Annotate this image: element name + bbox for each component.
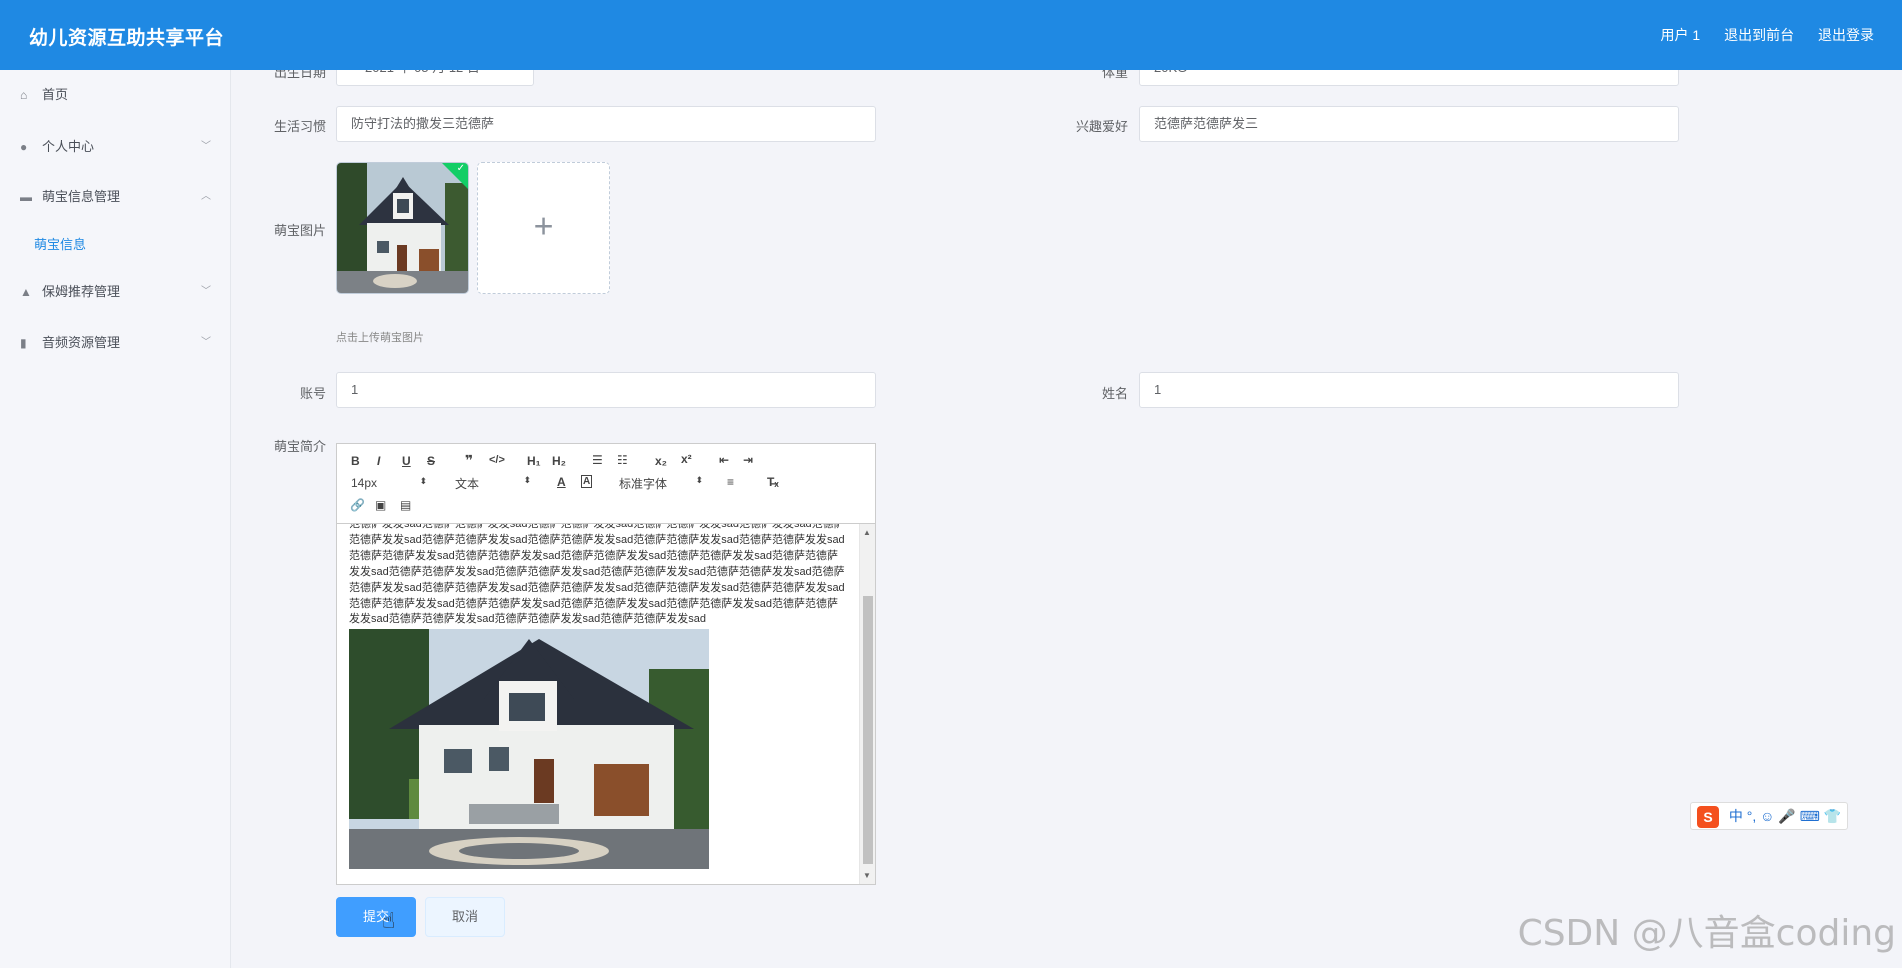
editor-inline-image [349, 629, 709, 870]
habits-label: 生活习惯 [273, 119, 326, 134]
background-color-icon[interactable]: A [581, 475, 593, 488]
select-arrow-icon: ⬍ [695, 475, 703, 485]
sidebar-item-label: 萌宝信息管理 [42, 189, 121, 204]
font-family-value: 标准字体 [619, 477, 668, 491]
sidebar-item-label: 保姆推荐管理 [42, 284, 121, 299]
editor-toolbar: B I U S ❞ </> H₁ H₂ ☰ ☷ x₂ x² ⇤ ⇥ 14px ⬍… [337, 444, 875, 524]
font-size-value: 14px [351, 476, 378, 490]
sogou-logo-icon: S [1697, 806, 1719, 829]
font-size-select[interactable]: 14px ⬍ [351, 476, 427, 490]
ime-toolbar[interactable]: S 中 °, ☺ 🎤 ⌨ 👕 [1690, 802, 1849, 830]
heading2-icon[interactable]: H₂ [552, 454, 566, 468]
chevron-down-icon: ﹀ [201, 337, 211, 348]
font-family-select[interactable]: 标准字体 ⬍ [619, 475, 703, 492]
account-value: 1 [351, 382, 359, 397]
hand-cursor-icon: ☝ [382, 908, 396, 933]
name-label: 姓名 [1101, 386, 1128, 401]
clear-format-icon[interactable]: T̶ₓ [767, 475, 779, 489]
image-icon[interactable]: ▣ [375, 498, 386, 512]
sidebar-item-home[interactable]: ⌂ 首页 [0, 77, 231, 113]
account-input[interactable]: 1 [336, 372, 876, 408]
hobby-value: 范德萨范德萨发三 [1154, 116, 1259, 131]
font-color-icon[interactable]: A [557, 475, 566, 489]
intro-label: 萌宝简介 [273, 439, 326, 454]
scrollbar-thumb[interactable] [863, 596, 873, 864]
upload-tip: 点击上传萌宝图片 [336, 332, 424, 344]
account-label: 账号 [299, 386, 326, 401]
rich-text-editor[interactable]: B I U S ❞ </> H₁ H₂ ☰ ☷ x₂ x² ⇤ ⇥ 14px ⬍… [336, 443, 876, 885]
underline-icon[interactable]: U [402, 454, 411, 468]
hobby-label: 兴趣爱好 [1075, 119, 1128, 134]
sidebar-item-label: 首页 [42, 87, 69, 102]
header-cover [0, 0, 1902, 70]
link-icon[interactable]: 🔗 [350, 498, 365, 512]
user-icon: ● [20, 140, 28, 154]
header-links-overlay: 用户 1 退出到前台 退出登录 [1641, 25, 1874, 45]
align-icon[interactable]: ≡ [727, 475, 734, 489]
outdent-icon[interactable]: ⇤ [719, 453, 729, 467]
select-arrow-icon: ⬍ [523, 475, 531, 485]
chevron-down-icon: ﹀ [201, 286, 211, 297]
superscript-icon[interactable]: x² [681, 452, 692, 466]
bold-icon[interactable]: B [351, 454, 360, 468]
paragraph-value: 文本 [455, 477, 480, 491]
scroll-up-icon[interactable]: ▲ [863, 528, 871, 537]
home-icon: ⌂ [20, 88, 28, 102]
ordered-list-icon[interactable]: ☰ [592, 453, 603, 467]
blockquote-icon[interactable]: ❞ [465, 452, 473, 469]
mic-icon: ▮ [20, 336, 27, 350]
editor-content[interactable]: 范德萨发发sad范德萨范德萨发发sad范德萨范德萨发发sad范德萨范德萨发发sa… [337, 524, 859, 884]
watermark: CSDN @八音盒coding [1517, 913, 1896, 954]
user-link[interactable]: 用户 1 [1661, 27, 1701, 43]
chat-icon: ▬ [20, 190, 32, 204]
code-block-icon[interactable]: </> [489, 454, 505, 466]
name-value: 1 [1154, 382, 1162, 397]
back-to-front-link[interactable]: 退出到前台 [1724, 27, 1794, 43]
plus-icon: + [533, 207, 554, 246]
sidebar: ⌂ 首页 ● 个人中心 ﹀ ▬ 萌宝信息管理 ︿ 萌宝信息 ▲ 保姆推荐管理 ﹀… [0, 70, 231, 968]
editor-scrollbar[interactable]: ▲ ▼ [859, 524, 875, 884]
sidebar-item-baby-info-mgmt[interactable]: ▬ 萌宝信息管理 ︿ [0, 179, 231, 215]
italic-icon[interactable]: I [377, 454, 380, 468]
sidebar-item-nanny-mgmt[interactable]: ▲ 保姆推荐管理 ﹀ [0, 274, 231, 310]
uploaded-image-thumb[interactable]: ✓ [336, 162, 469, 294]
paragraph-select[interactable]: 文本 ⬍ [455, 475, 531, 492]
submit-button[interactable]: 提交 [336, 897, 416, 937]
editor-text: 范德萨发发sad范德萨范德萨发发sad范德萨范德萨发发sad范德萨范德萨发发sa… [349, 524, 845, 626]
habits-value: 防守打法的撒发三范德萨 [351, 116, 495, 131]
indent-icon[interactable]: ⇥ [743, 453, 753, 467]
cancel-button[interactable]: 取消 [425, 897, 505, 937]
sidebar-subitem-baby-info[interactable]: 萌宝信息 [34, 234, 86, 253]
ime-status: 中 °, ☺ 🎤 ⌨ 👕 [1728, 808, 1842, 824]
thumb-up-icon: ▲ [20, 285, 32, 299]
select-arrow-icon: ⬍ [419, 476, 427, 486]
name-input[interactable]: 1 [1139, 372, 1679, 408]
site-title-overlay: 幼儿资源互助共享平台 [29, 28, 225, 49]
habits-input[interactable]: 防守打法的撒发三范德萨 [336, 106, 876, 142]
hobby-input[interactable]: 范德萨范德萨发三 [1139, 106, 1679, 142]
check-icon: ✓ [456, 163, 465, 174]
strikethrough-icon[interactable]: S [427, 454, 435, 468]
logout-link[interactable]: 退出登录 [1818, 27, 1874, 43]
sidebar-item-label: 个人中心 [42, 139, 95, 154]
scroll-down-icon[interactable]: ▼ [863, 871, 871, 880]
sidebar-item-label: 音频资源管理 [42, 335, 121, 350]
sidebar-item-audio-mgmt[interactable]: ▮ 音频资源管理 ﹀ [0, 325, 231, 361]
video-icon[interactable]: ▤ [400, 498, 411, 512]
chevron-up-icon: ︿ [201, 191, 211, 202]
heading1-icon[interactable]: H₁ [527, 454, 541, 468]
image-label: 萌宝图片 [273, 223, 326, 238]
upload-add-button[interactable]: + [477, 162, 610, 294]
sidebar-item-personal-center[interactable]: ● 个人中心 ﹀ [0, 129, 231, 165]
subscript-icon[interactable]: x₂ [655, 454, 667, 468]
chevron-down-icon: ﹀ [201, 141, 211, 152]
bullet-list-icon[interactable]: ☷ [617, 453, 628, 467]
